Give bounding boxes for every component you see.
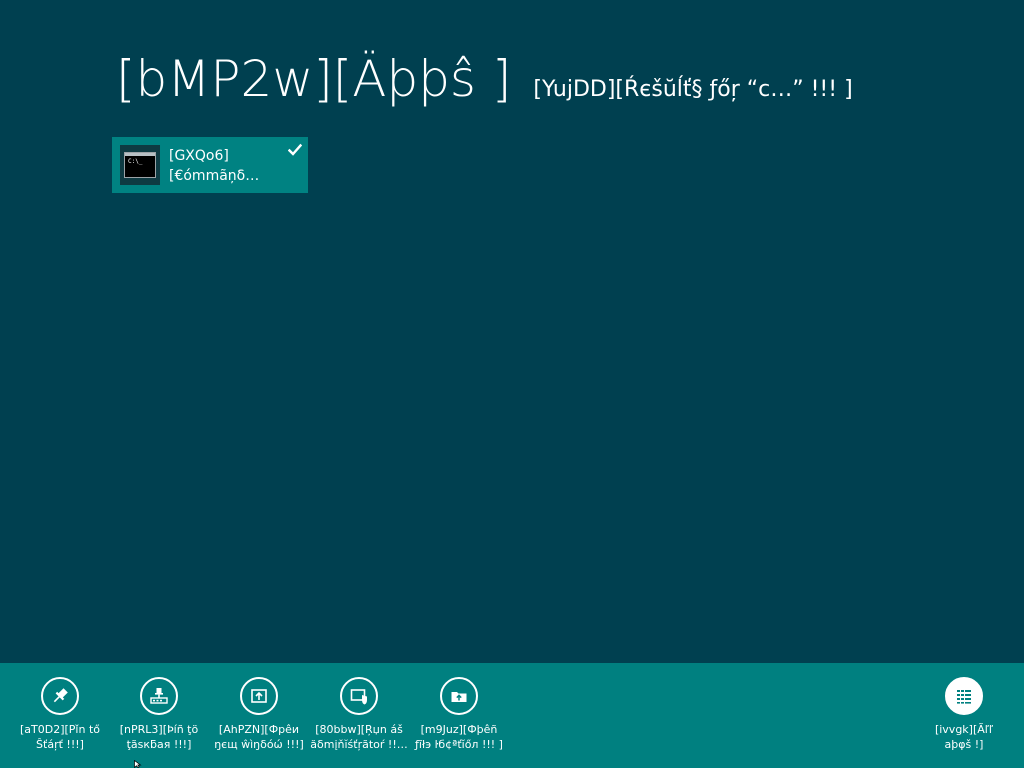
pin-to-taskbar-label: [nPRL3][Þíñ ţö ţãѕкƃая !!!] <box>109 722 209 752</box>
tile-subtitle: [€ómmãņδ… <box>169 168 260 184</box>
pin-to-taskbar-button[interactable]: [nPRL3][Þíñ ţö ţãѕкƃая !!!] <box>109 677 209 752</box>
console-window-shape: C:\_ <box>124 152 156 178</box>
taskbar-pin-icon <box>140 677 178 715</box>
mouse-cursor-icon <box>134 760 142 768</box>
search-results: C:\_ [GXQo6] [€ómmãņδ… <box>112 137 308 193</box>
search-results-label: [YujDD][Ŕєšŭĺť§ ƒőŗ “c…” !!! ] <box>533 77 853 102</box>
command-prompt-icon: C:\_ <box>120 145 160 185</box>
pin-to-start-label: [aT0D2][Pǐn tő Ŝťáŗť !!!] <box>10 722 110 752</box>
label-line: [AhPZN][Фрêи <box>218 723 300 736</box>
all-apps-button[interactable]: [ivvgk][Ãľľ aþφš !] <box>914 677 1014 752</box>
run-as-administrator-label: [80bbw][Ŗџn áš ăδmįňĭśťŗãtoŕ !!… <box>309 722 409 752</box>
label-line: [nPRL3][Þíñ ţö <box>119 723 199 736</box>
run-as-administrator-button[interactable]: [80bbw][Ŗџn áš ăδmįňĭśťŗãtoŕ !!… <box>309 677 409 752</box>
tile-text: [GXQo6] [€ómmãņδ… <box>169 146 259 186</box>
run-as-admin-icon <box>340 677 378 715</box>
label-line: ƒĩłэ ŀб¢ªťĭőл !!! ] <box>415 738 503 751</box>
label-line: [aT0D2][Pǐn tő <box>19 723 100 736</box>
pin-to-start-button[interactable]: [aT0D2][Pǐn tő Ŝťáŗť !!!] <box>10 677 110 752</box>
label-line: aþφš !] <box>944 738 984 751</box>
page-title: [bMP2w][Äþþŝ ] <box>116 50 512 108</box>
label-line: ăδmįňĭśťŗãtoŕ !!… <box>310 738 408 751</box>
open-new-window-button[interactable]: [AhPZN][Фрêи ŋєщ ŵìŋδóώ !!!] <box>209 677 309 752</box>
open-file-location-icon <box>440 677 478 715</box>
checkmark-icon <box>288 143 302 156</box>
label-line: Ŝťáŗť !!!] <box>36 738 84 751</box>
label-line: ŋєщ ŵìŋδóώ !!!] <box>214 738 304 751</box>
label-line: ţãѕкƃая !!!] <box>126 738 192 751</box>
open-file-location-label: [m9Juz][Фþêñ ƒĩłэ ŀб¢ªťĭőл !!! ] <box>409 722 509 752</box>
label-line: [m9Juz][Фþêñ <box>420 723 498 736</box>
app-bar: [aT0D2][Pǐn tő Ŝťáŗť !!!] [nPRL3][Þíñ ţö… <box>0 663 1024 768</box>
header: [bMP2w][Äþþŝ ] [YujDD][Ŕєšŭĺť§ ƒőŗ “c…” … <box>116 52 853 107</box>
label-line: [80bbw][Ŗџn áš <box>315 723 403 736</box>
tile-title: [GXQo6] <box>169 148 229 164</box>
open-window-icon <box>240 677 278 715</box>
all-apps-icon <box>945 677 983 715</box>
pin-icon <box>41 677 79 715</box>
console-prompt-text: C:\_ <box>128 158 143 165</box>
start-screen: [bMP2w][Äþþŝ ] [YujDD][Ŕєšŭĺť§ ƒőŗ “c…” … <box>0 0 1024 768</box>
all-apps-label: [ivvgk][Ãľľ aþφš !] <box>914 722 1014 752</box>
open-file-location-button[interactable]: [m9Juz][Фþêñ ƒĩłэ ŀб¢ªťĭőл !!! ] <box>409 677 509 752</box>
open-new-window-label: [AhPZN][Фрêи ŋєщ ŵìŋδóώ !!!] <box>209 722 309 752</box>
label-line: [ivvgk][Ãľľ <box>934 723 994 736</box>
result-tile-command-prompt[interactable]: C:\_ [GXQo6] [€ómmãņδ… <box>112 137 308 193</box>
